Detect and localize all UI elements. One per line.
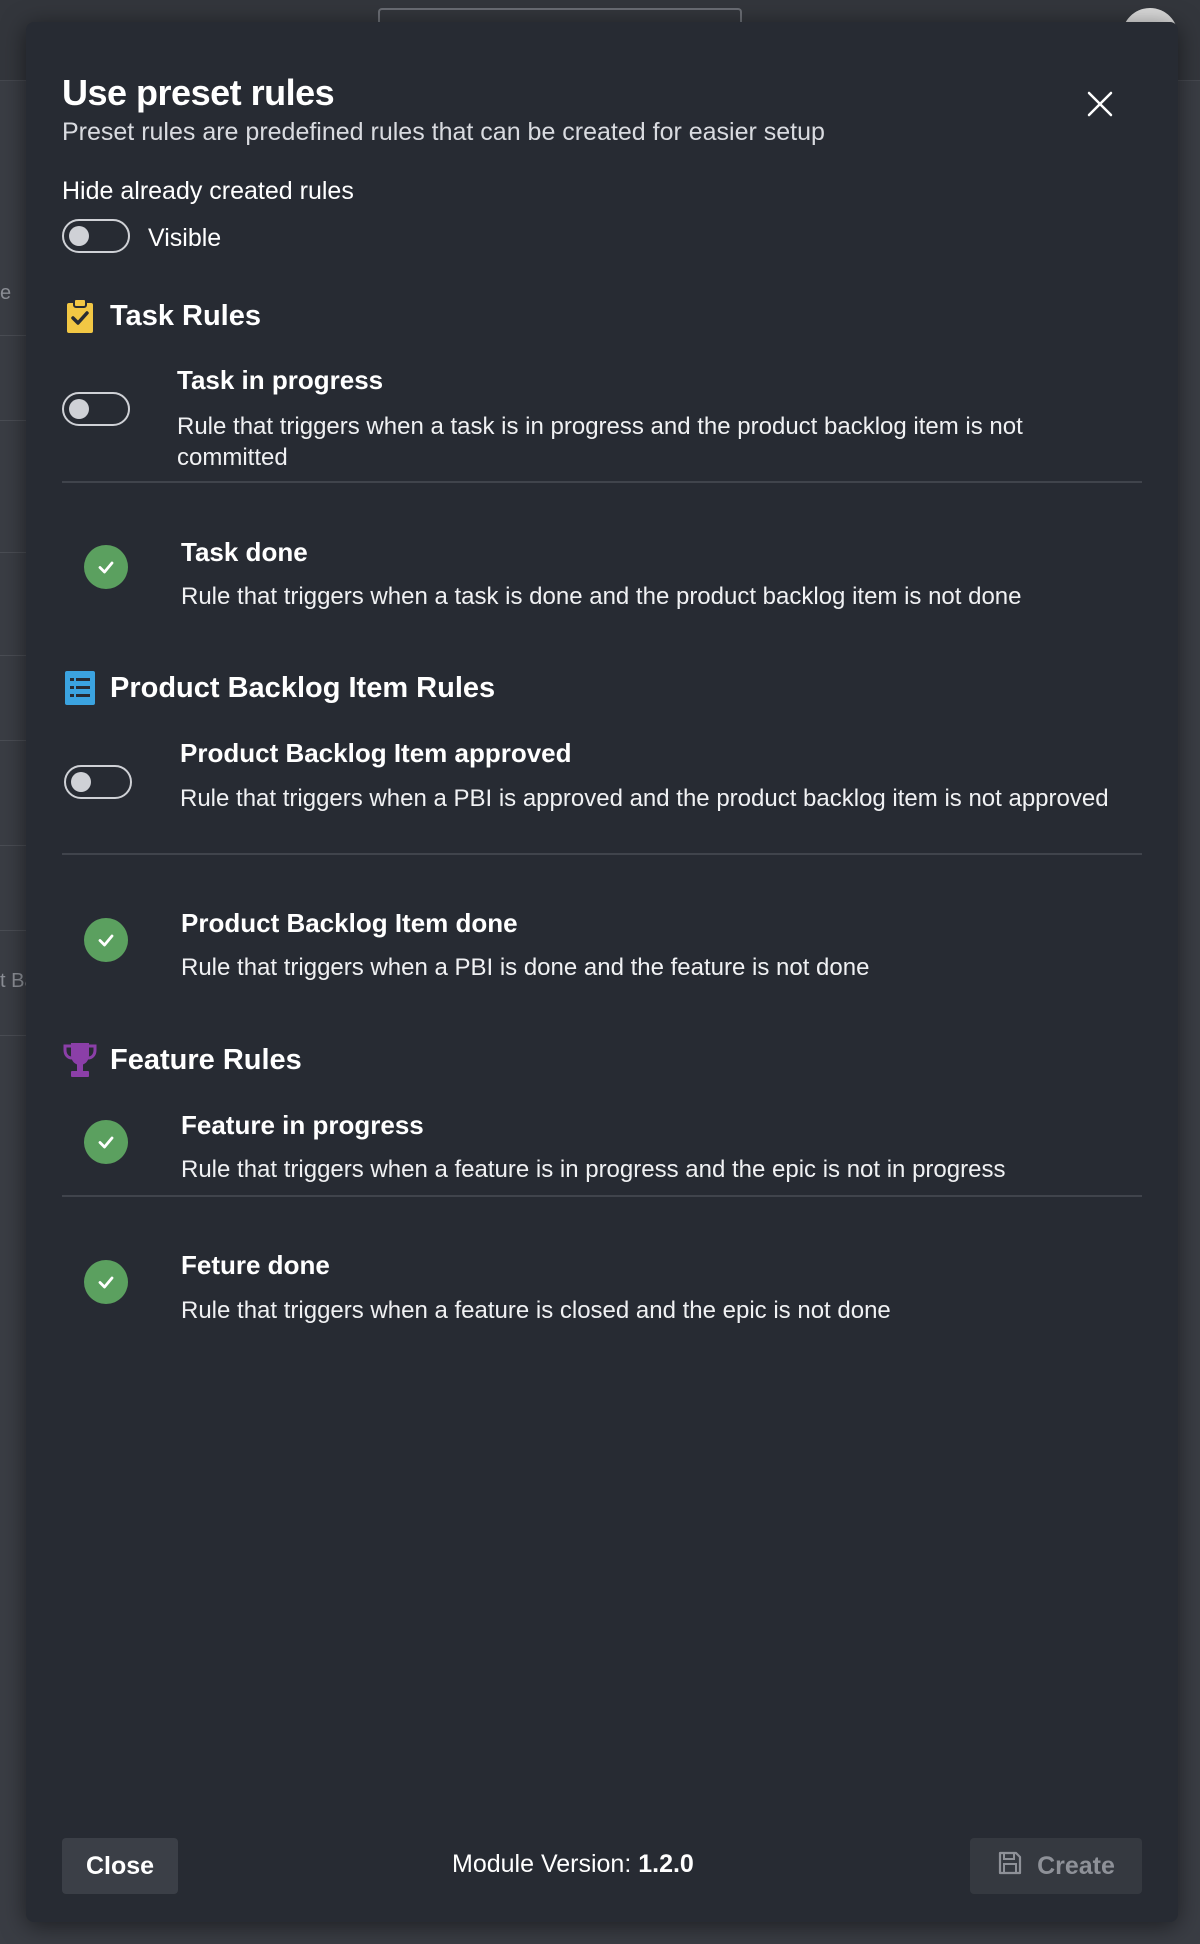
rule-description: Rule that triggers when a PBI is approve… [180,785,1109,812]
section-task-rules: Task Rules [62,296,261,336]
rule-title: Task in progress [177,365,384,395]
rule-description: Rule that triggers when a PBI is done an… [181,954,870,981]
rule-description: Rule that triggers when a task is in pro… [177,413,1023,471]
section-feature-rules: Feature Rules [62,1040,302,1080]
rule-description: Rule that triggers when a feature is in … [181,1156,1006,1183]
created-check-icon [84,545,128,589]
background-divider [0,930,26,931]
section-title: Product Backlog Item Rules [110,671,496,704]
preset-rules-modal: Use preset rules Preset rules are predef… [26,22,1178,1922]
close-button[interactable]: Close [62,1838,178,1894]
background-text-fragment: e [0,282,12,304]
section-pbi-rules: Product Backlog Item Rules [62,668,495,708]
rule-title: Feture done [181,1250,330,1280]
visibility-state-label: Visible [148,224,222,252]
modal-subtitle: Preset rules are predefined rules that c… [62,118,825,146]
trophy-icon [62,1040,98,1080]
rule-title: Product Backlog Item done [181,908,518,938]
rule-divider [62,481,1142,483]
module-version-label: Module Version: [452,1850,632,1878]
toggle-knob [69,226,89,246]
background-divider [0,552,26,553]
rule-description: Rule that triggers when a feature is clo… [181,1297,891,1324]
create-button[interactable]: Create [970,1838,1142,1894]
rule-divider [62,853,1142,855]
background-divider [0,335,26,336]
rule-title: Product Backlog Item approved [180,738,572,768]
module-version-value: 1.2.0 [638,1850,694,1878]
list-document-icon [62,668,98,708]
rule-title: Task done [181,537,308,567]
rule-divider [62,1195,1142,1197]
rule-description: Rule that triggers when a task is done a… [181,583,1022,610]
background-divider [0,740,26,741]
hide-created-rules-label: Hide already created rules [62,177,354,205]
rule-toggle-pbi-approved[interactable] [64,765,132,799]
close-icon[interactable] [1078,82,1122,126]
background-divider [0,655,26,656]
module-version: Module Version: 1.2.0 [452,1850,694,1879]
rule-toggle-task-in-progress[interactable] [62,392,130,426]
create-button-label: Create [1037,1851,1115,1880]
toggle-knob [71,772,91,792]
save-icon [997,1850,1023,1883]
toggle-knob [69,399,89,419]
background-divider [0,420,26,421]
created-check-icon [84,1260,128,1304]
modal-title: Use preset rules [62,72,335,113]
created-check-icon [84,1120,128,1164]
background-divider [0,845,26,846]
hide-created-rules-toggle[interactable] [62,219,130,253]
rule-title: Feature in progress [181,1110,424,1140]
created-check-icon [84,918,128,962]
section-title: Feature Rules [110,1043,302,1076]
clipboard-check-icon [62,296,98,336]
section-title: Task Rules [110,299,261,332]
background-divider [0,1035,26,1036]
